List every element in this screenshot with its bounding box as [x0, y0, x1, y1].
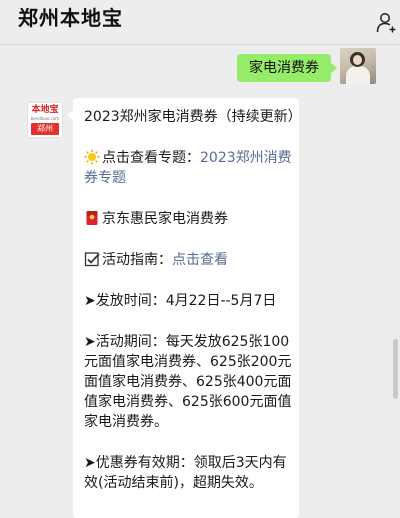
- activity-period: ➤活动期间：每天发放625张100元面值家电消费券、625张200元面值家电消费…: [84, 334, 292, 430]
- received-message-bubble[interactable]: 2023郑州家电消费券（持续更新） 点击查看专题：2023郑州消费券专题 京东惠…: [67, 98, 302, 518]
- sent-message-bubble[interactable]: 家电消费券: [237, 54, 337, 82]
- chat-area[interactable]: 家电消费券 本地宝 bendibao.com 郑州 2023郑州家电消费券（持续…: [0, 45, 400, 518]
- message-title: 2023郑州家电消费券（持续更新）: [84, 109, 302, 125]
- person-icon[interactable]: [376, 12, 396, 34]
- coupon-validity: ➤优惠券有效期：领取后3天内有效(活动结束前)，超期失效。: [84, 455, 287, 491]
- logo-url-text: bendibao.com: [30, 116, 60, 121]
- guide-line: 活动指南：点击查看: [84, 250, 296, 270]
- chat-header: 郑州本地宝 · ·: [0, 0, 400, 45]
- checkbox-icon: [84, 252, 100, 267]
- logo-city-badge: 郑州: [31, 123, 59, 135]
- user-avatar[interactable]: [340, 48, 376, 84]
- release-time: ➤发放时间：4月22日--5月7日: [84, 293, 277, 309]
- jd-line: 京东惠民家电消费券: [84, 209, 296, 229]
- sun-icon: [84, 149, 100, 165]
- guide-prefix: 活动指南：: [102, 252, 172, 268]
- topic-line: 点击查看专题：2023郑州消费券专题: [84, 148, 296, 188]
- header-dots: · ·: [282, 0, 296, 8]
- message-body: 2023郑州家电消费券（持续更新） 点击查看专题：2023郑州消费券专题 京东惠…: [84, 107, 302, 514]
- chat-title: 郑州本地宝: [18, 6, 123, 30]
- jd-text[interactable]: 京东惠民家电消费券: [102, 211, 228, 227]
- guide-link[interactable]: 点击查看: [172, 252, 228, 268]
- official-account-avatar[interactable]: 本地宝 bendibao.com 郑州: [27, 102, 63, 138]
- red-envelope-icon: [86, 211, 98, 225]
- sent-message-text: 家电消费券: [249, 60, 319, 76]
- scrollbar-thumb[interactable]: [393, 339, 398, 399]
- logo-brand-text: 本地宝: [31, 105, 59, 115]
- topic-prefix: 点击查看专题：: [102, 150, 200, 166]
